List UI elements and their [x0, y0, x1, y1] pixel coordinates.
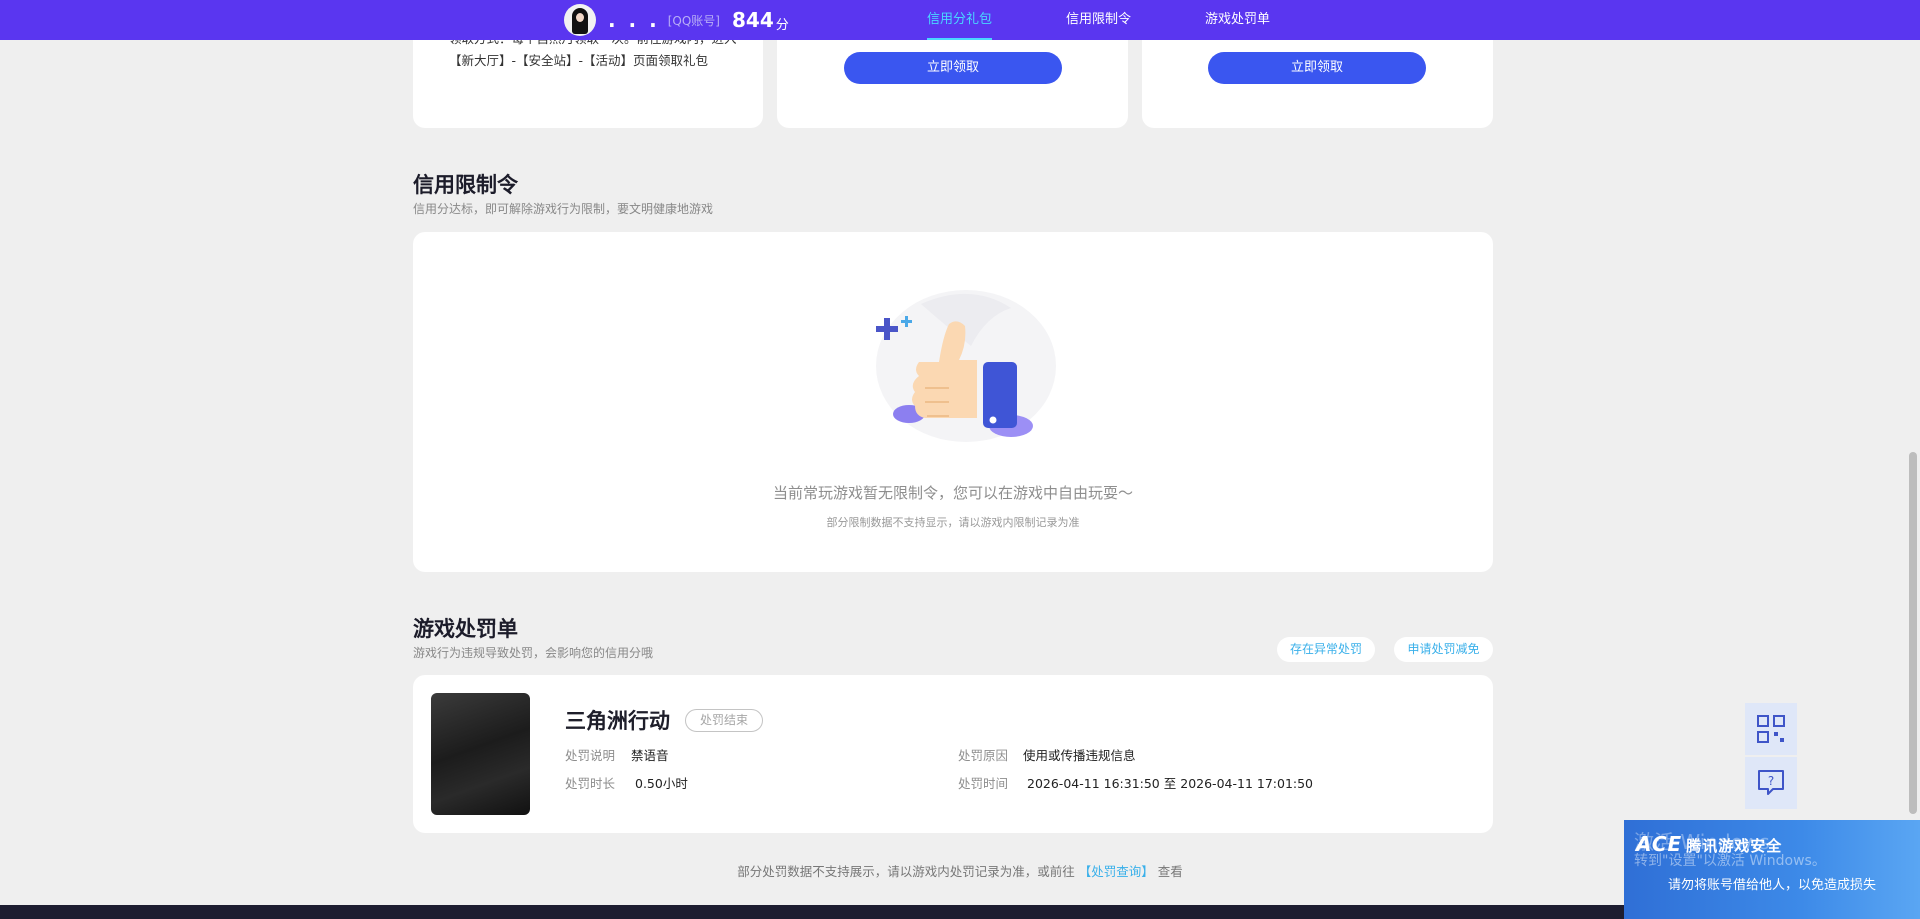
penalty-desc-value: 禁语音 [631, 748, 669, 763]
security-toast[interactable]: 激活 Windows 转到"设置"以激活 Windows。 ACE 腾讯游戏安全 … [1624, 820, 1920, 919]
claim-button[interactable]: 立即领取 [844, 52, 1062, 84]
penalty-time-value: 2026-04-11 16:31:50 至 2026-04-11 17:01:5… [1027, 773, 1313, 792]
penalty-duration-label: 处罚时长 [565, 776, 616, 791]
svg-text:?: ? [1768, 774, 1774, 788]
penalty-time-separator: 至 [1163, 776, 1177, 791]
toast-brand-name: 腾讯游戏安全 [1686, 837, 1783, 855]
nav-tab-penalty[interactable]: 游戏处罚单 [1205, 0, 1270, 40]
section-subtitle-restriction: 信用分达标，即可解除游戏行为限制，要文明健康地游戏 [413, 202, 714, 216]
penalty-reason-label: 处罚原因 [958, 748, 1009, 763]
footer-note-text: 部分处罚数据不支持展示，请以游戏内处罚记录为准，或前往 [737, 864, 1075, 879]
section-title-restriction: 信用限制令 [413, 173, 518, 197]
account-type-label: [QQ账号] [667, 13, 720, 28]
nav-tab-restriction[interactable]: 信用限制令 [1066, 0, 1131, 40]
abnormal-penalty-button[interactable]: 存在异常处罚 [1277, 637, 1375, 662]
toast-warning: 请勿将账号借给他人，以免造成损失 [1668, 878, 1877, 893]
qr-code-icon [1757, 715, 1785, 743]
penalty-reason-value: 使用或传播违规信息 [1023, 748, 1136, 763]
nav-tab-credit-gift[interactable]: 信用分礼包 [927, 0, 993, 40]
credit-score: 844 [731, 8, 774, 32]
penalty-card: 三角洲行动 处罚结束 处罚说明 禁语音 处罚时长 0.50小时 处罚原因 使用或… [413, 675, 1493, 833]
credit-score-unit: 分 [775, 17, 789, 33]
restriction-empty-note: 部分限制数据不支持显示，请以游戏内限制记录为准 [826, 516, 1080, 529]
qr-code-button[interactable] [1745, 703, 1797, 755]
section-subtitle-penalty: 游戏行为违规导致处罚，会影响您的信用分哦 [413, 646, 654, 660]
penalty-time-start: 2026-04-11 16:31:50 [1027, 776, 1160, 791]
toast-brand: ACE 腾讯游戏安全 [1636, 832, 1782, 856]
status-badge: 处罚结束 [685, 709, 763, 732]
help-chat-icon: ? [1758, 770, 1784, 795]
penalty-duration-value: 0.50小时 [635, 776, 688, 791]
scrollbar-thumb[interactable] [1909, 452, 1917, 814]
game-cover-image [431, 693, 530, 815]
apply-reduction-button[interactable]: 申请处罚减免 [1394, 637, 1493, 662]
ace-logo: ACE [1636, 832, 1683, 856]
avatar[interactable] [564, 4, 596, 36]
user-info: . . . [QQ账号] 844 分 [564, 4, 789, 36]
section-title-penalty: 游戏处罚单 [413, 617, 518, 641]
penalty-time-end: 2026-04-11 17:01:50 [1180, 776, 1314, 791]
penalty-time-label: 处罚时间 [958, 776, 1009, 791]
claim-button[interactable]: 立即领取 [1208, 52, 1426, 84]
nickname: . . . [608, 8, 660, 32]
footer-note-suffix: 查看 [1157, 864, 1183, 879]
thumbs-up-icon [876, 290, 1056, 442]
top-bar: . . . [QQ账号] 844 分 信用分礼包 信用限制令 游戏处罚单 [0, 0, 1920, 40]
game-name: 三角洲行动 [565, 709, 670, 733]
penalty-desc-label: 处罚说明 [565, 748, 616, 763]
restriction-empty-card: 当前常玩游戏暂无限制令，您可以在游戏中自由玩耍～ 部分限制数据不支持显示，请以游… [413, 232, 1493, 572]
restriction-empty-title: 当前常玩游戏暂无限制令，您可以在游戏中自由玩耍～ [772, 484, 1133, 502]
help-button[interactable]: ? [1745, 757, 1797, 809]
penalty-query-link[interactable]: 【处罚查询】 [1079, 864, 1154, 879]
